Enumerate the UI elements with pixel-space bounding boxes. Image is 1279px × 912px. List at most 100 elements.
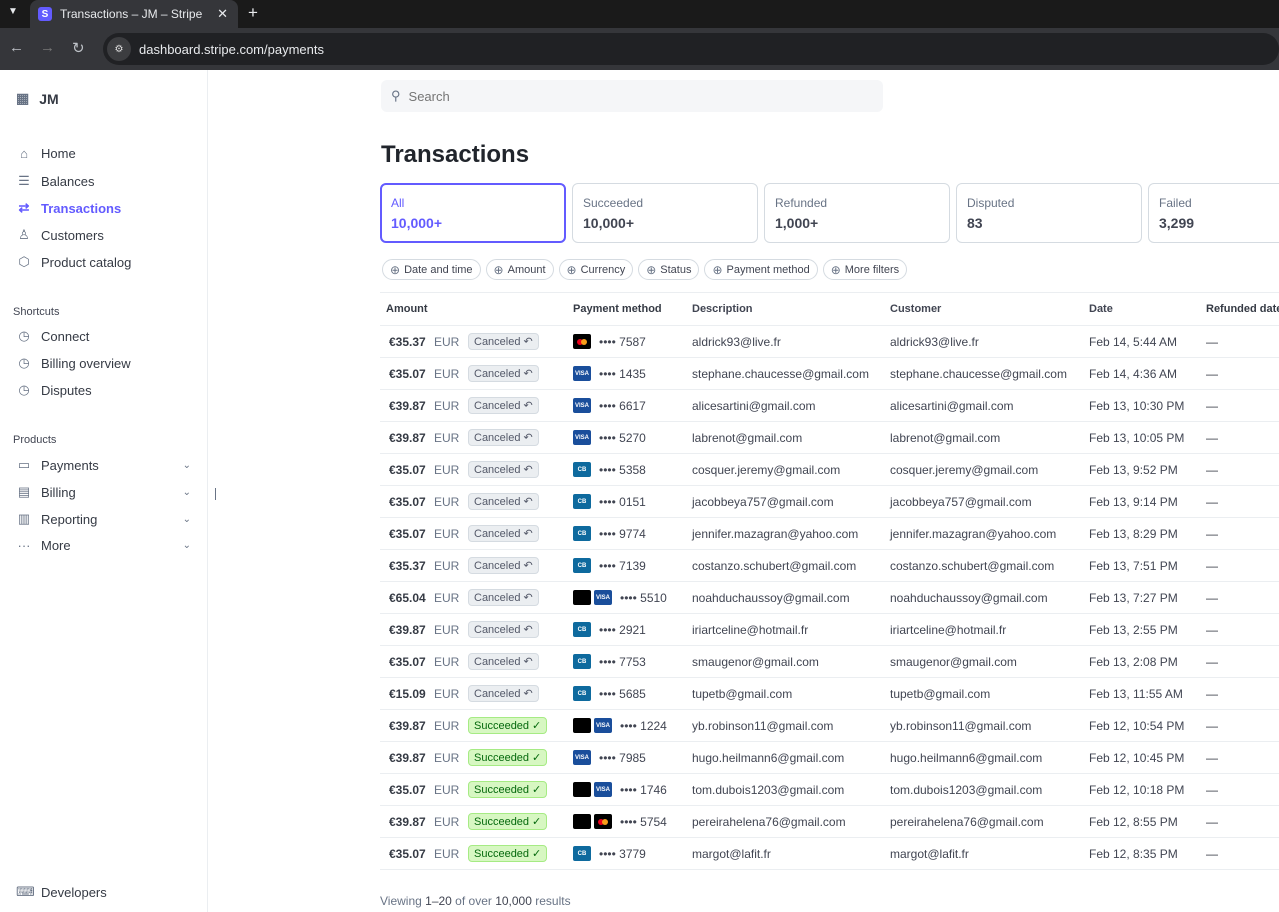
customer[interactable]: yb.robinson11@gmail.com	[890, 719, 1089, 733]
sidebar-item-product-catalog[interactable]: ⬡ Product catalog	[16, 254, 191, 270]
status-card-succeeded[interactable]: Succeeded 10,000+	[572, 183, 758, 243]
browser-tab[interactable]: S Transactions – JM – Stripe ✕	[30, 0, 238, 28]
status-card-all[interactable]: All 10,000+	[380, 183, 566, 243]
table-row[interactable]: €39.87 EUR Canceled ↶ CB •••• 2921 iriartcel…	[380, 614, 1279, 646]
table-row[interactable]: €35.07 EUR Canceled ↶ CB •••• 5358 cosquer.j…	[380, 454, 1279, 486]
table-row[interactable]: €35.07 EUR Succeeded ✓ CB •••• 3779 margot@l…	[380, 838, 1279, 870]
status-card-failed[interactable]: Failed 3,299	[1148, 183, 1279, 243]
status-card-refunded[interactable]: Refunded 1,000+	[764, 183, 950, 243]
sidebar-resize-handle[interactable]	[215, 488, 216, 500]
search-input[interactable]	[408, 88, 849, 104]
forward-icon[interactable]: →	[40, 39, 55, 56]
table-row[interactable]: €35.37 EUR Canceled ↶ CB •••• 7139 costanzo.…	[380, 550, 1279, 582]
status-card-count: 10,000+	[583, 215, 634, 231]
status-badge: Succeeded ✓	[468, 813, 548, 830]
filter-more-filters[interactable]: ⊕ More filters	[822, 259, 908, 280]
check-icon: ✓	[532, 784, 542, 796]
table-row[interactable]: €35.07 EUR Succeeded ✓ VISA •••• 1746 tom.du…	[380, 774, 1279, 806]
table-row[interactable]: €35.07 EUR Canceled ↶ CB •••• 9774 jennifer.…	[380, 518, 1279, 550]
table-row[interactable]: €39.87 EUR Succeeded ✓ •••• 5754 pereirahel…	[380, 806, 1279, 838]
search-bar[interactable]: ⚲	[381, 80, 883, 112]
table-row[interactable]: €39.87 EUR Succeeded ✓ VISA •••• 7985 hugo.h…	[380, 742, 1279, 774]
currency: EUR	[434, 462, 460, 477]
table-row[interactable]: €35.07 EUR Canceled ↶ CB •••• 7753 smaugenor…	[380, 646, 1279, 678]
customer[interactable]: noahduchaussoy@gmail.com	[890, 591, 1089, 605]
table-row[interactable]: €15.09 EUR Canceled ↶ CB •••• 5685 tupetb@gm…	[380, 678, 1279, 710]
refunded-date: —	[1206, 366, 1218, 381]
sidebar-product-payments[interactable]: ▭ Payments ⌄	[16, 457, 191, 473]
customer[interactable]: smaugenor@gmail.com	[890, 655, 1089, 669]
reload-icon[interactable]: ↻	[72, 39, 85, 57]
card-last4: •••• 6617	[599, 398, 646, 413]
new-tab-icon[interactable]: +	[248, 3, 258, 23]
col-customer[interactable]: Customer	[890, 303, 1089, 315]
visa-icon: VISA	[573, 398, 591, 413]
sidebar-item-developers[interactable]: ⌨ Developers	[16, 884, 191, 900]
filter-payment-method[interactable]: ⊕ Payment method	[704, 259, 818, 280]
description: tupetb@gmail.com	[692, 686, 793, 701]
table-row[interactable]: €35.07 EUR Canceled ↶ CB •••• 0151 jacobbeya…	[380, 486, 1279, 518]
date: Feb 12, 10:54 PM	[1089, 718, 1185, 733]
customer[interactable]: hugo.heilmann6@gmail.com	[890, 751, 1089, 765]
customer[interactable]: cosquer.jeremy@gmail.com	[890, 463, 1089, 477]
sidebar-shortcut-disputes[interactable]: ◷ Disputes	[16, 382, 191, 398]
filter-label: More filters	[844, 263, 900, 276]
table-row[interactable]: €65.04 EUR Canceled ↶ VISA •••• 5510 noahduc…	[380, 582, 1279, 614]
customer[interactable]: costanzo.schubert@gmail.com	[890, 559, 1089, 573]
sidebar-shortcut-connect[interactable]: ◷ Connect	[16, 328, 191, 344]
site-settings-icon[interactable]: ⚙	[107, 37, 131, 61]
customer[interactable]: jacobbeya757@gmail.com	[890, 495, 1089, 509]
customer[interactable]: margot@lafit.fr	[890, 847, 1089, 861]
filter-amount[interactable]: ⊕ Amount	[485, 259, 554, 280]
col-date[interactable]: Date	[1089, 303, 1206, 315]
account-switcher[interactable]: ▦ JM	[16, 90, 59, 107]
sidebar-product-reporting[interactable]: ▥ Reporting ⌄	[16, 511, 191, 527]
filter-date-and-time[interactable]: ⊕ Date and time	[382, 259, 481, 280]
customer[interactable]: tupetb@gmail.com	[890, 687, 1089, 701]
customer[interactable]: pereirahelena76@gmail.com	[890, 815, 1089, 829]
sidebar-product-billing[interactable]: ▤ Billing ⌄	[16, 484, 191, 500]
clock-icon: ◷	[18, 382, 30, 397]
table-row[interactable]: €35.37 EUR Canceled ↶ •••• 7587 aldrick93@l…	[380, 326, 1279, 358]
undo-icon: ↶	[523, 528, 533, 540]
customer[interactable]: tom.dubois1203@gmail.com	[890, 783, 1089, 797]
col-payment-method[interactable]: Payment method	[573, 303, 692, 315]
refunded-date: —	[1206, 558, 1218, 573]
currency: EUR	[434, 782, 460, 797]
date: Feb 13, 10:05 PM	[1089, 430, 1185, 445]
customer[interactable]: iriartceline@hotmail.fr	[890, 623, 1089, 637]
customer[interactable]: aldrick93@live.fr	[890, 335, 1089, 349]
customer[interactable]: jennifer.mazagran@yahoo.com	[890, 527, 1089, 541]
sidebar-product-more[interactable]: ··· More ⌄	[16, 538, 192, 553]
sidebar-item-balances[interactable]: ☰ Balances	[16, 173, 191, 189]
table-row[interactable]: €39.87 EUR Succeeded ✓ VISA •••• 1224 yb.rob…	[380, 710, 1279, 742]
sidebar-item-customers[interactable]: ♙ Customers	[16, 227, 191, 243]
plus-circle-icon: ⊕	[390, 262, 401, 277]
back-icon[interactable]: ←	[9, 39, 24, 56]
sidebar-item-label: Home	[41, 146, 76, 161]
sidebar-item-transactions[interactable]: ⇄ Transactions	[16, 200, 191, 216]
table-row[interactable]: €39.87 EUR Canceled ↶ VISA •••• 6617 alicesa…	[380, 390, 1279, 422]
filter-status[interactable]: ⊕ Status	[638, 259, 700, 280]
col-amount[interactable]: Amount	[380, 303, 573, 315]
mastercard-icon	[594, 814, 612, 829]
address-bar[interactable]: ⚙ dashboard.stripe.com/payments	[103, 33, 1279, 65]
clock-icon: ◷	[18, 355, 30, 370]
customer[interactable]: stephane.chaucesse@gmail.com	[890, 367, 1089, 381]
table-row[interactable]: €39.87 EUR Canceled ↶ VISA •••• 5270 labreno…	[380, 422, 1279, 454]
undo-icon: ↶	[523, 560, 533, 572]
customer[interactable]: alicesartini@gmail.com	[890, 399, 1089, 413]
filter-currency[interactable]: ⊕ Currency	[558, 259, 634, 280]
amount: €39.87	[389, 718, 426, 733]
amount: €39.87	[389, 398, 426, 413]
sidebar-item-home[interactable]: ⌂ Home	[16, 146, 191, 161]
sidebar-shortcut-billing-overview[interactable]: ◷ Billing overview	[16, 355, 191, 371]
customer[interactable]: labrenot@gmail.com	[890, 431, 1089, 445]
close-tab-icon[interactable]: ✕	[217, 6, 228, 22]
check-icon: ✓	[532, 816, 542, 828]
col-description[interactable]: Description	[692, 303, 890, 315]
col-refunded-date[interactable]: Refunded date	[1206, 303, 1279, 315]
status-card-disputed[interactable]: Disputed 83	[956, 183, 1142, 243]
tab-search-icon[interactable]: ▼	[4, 3, 22, 21]
table-row[interactable]: €35.07 EUR Canceled ↶ VISA •••• 1435 stephan…	[380, 358, 1279, 390]
